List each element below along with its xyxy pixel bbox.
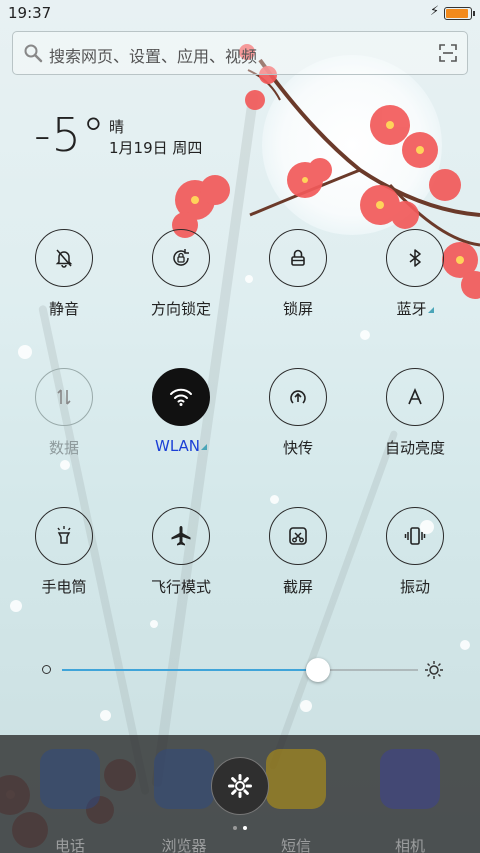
rotation-lock-icon — [173, 249, 189, 266]
page-dot — [233, 826, 237, 830]
toggle-wlan-button[interactable] — [152, 368, 210, 426]
phone-icon — [40, 749, 100, 809]
toggle-silent[interactable]: 静音 — [14, 229, 114, 329]
toggle-bluetooth[interactable]: 蓝牙 — [365, 229, 465, 329]
toggle-auto-brightness[interactable]: 自动亮度 — [365, 368, 465, 468]
toggle-label: 飞行模式 — [150, 578, 211, 596]
toggle-label: 截屏 — [282, 578, 313, 596]
page-dot — [243, 826, 247, 830]
expand-indicator-icon — [427, 307, 434, 313]
weather-condition: 晴 — [109, 118, 125, 136]
toggle-vibrate[interactable]: 振动 — [365, 507, 465, 607]
toggle-bluetooth-button[interactable] — [386, 229, 444, 287]
battery-icon — [444, 7, 475, 20]
temperature: -5° — [34, 108, 106, 162]
mobile-data-icon — [57, 389, 71, 405]
dock-app-camera[interactable]: 相机 — [370, 749, 450, 853]
screenshot-icon — [289, 527, 307, 545]
search-icon — [24, 44, 43, 63]
message-icon — [266, 749, 326, 809]
charging-icon: ⚡ — [430, 4, 440, 19]
toggle-label: 数据 — [48, 439, 79, 457]
toggle-screenshot-button[interactable] — [269, 507, 327, 565]
auto-brightness-icon — [408, 387, 422, 405]
brightness-low-icon — [42, 665, 51, 674]
settings-button[interactable] — [211, 757, 269, 815]
toggle-auto-brightness-button[interactable] — [386, 368, 444, 426]
gear-icon — [228, 774, 252, 798]
toggle-label: 自动亮度 — [384, 439, 445, 457]
toggle-lock-screen-button[interactable] — [269, 229, 327, 287]
status-bar: 19:37 ⚡ — [0, 0, 480, 26]
toggle-airplane-mode[interactable]: 飞行模式 — [131, 507, 231, 607]
quick-transfer-icon — [290, 390, 306, 404]
dock-app-label: 浏览器 — [161, 837, 207, 853]
brightness-thumb[interactable] — [306, 658, 331, 682]
toggle-label: 锁屏 — [282, 300, 313, 318]
scan-icon[interactable] — [439, 44, 457, 62]
weather-date: 1月19日 周四 — [109, 139, 203, 157]
snowflake-decoration — [150, 620, 158, 628]
toggle-rotation-lock-button[interactable] — [152, 229, 210, 287]
bluetooth-icon — [409, 249, 421, 267]
toggle-vibrate-button[interactable] — [386, 507, 444, 565]
camera-icon — [380, 749, 440, 809]
snowflake-decoration — [300, 700, 312, 712]
airplane-icon — [171, 526, 191, 546]
toggle-label: 快传 — [282, 439, 313, 457]
toggle-rotation-lock[interactable]: 方向锁定 — [131, 229, 231, 329]
page-indicator — [233, 826, 249, 832]
toggle-label: 手电筒 — [41, 578, 87, 596]
vibrate-icon — [404, 527, 426, 545]
snowflake-decoration — [18, 345, 32, 359]
search-placeholder: 搜索网页、设置、应用、视频 — [49, 47, 258, 66]
toggle-airplane-mode-button[interactable] — [152, 507, 210, 565]
brightness-fill — [62, 669, 319, 671]
expand-indicator-icon — [201, 444, 207, 450]
lock-icon — [291, 249, 305, 266]
toggle-lock-screen[interactable]: 锁屏 — [248, 229, 348, 329]
battery-level-fill — [446, 9, 468, 18]
flashlight-icon — [57, 526, 71, 544]
toggle-quick-transfer[interactable]: 快传 — [248, 368, 348, 468]
toggle-mobile-data-button[interactable] — [35, 368, 93, 426]
brightness-slider[interactable] — [38, 655, 448, 685]
toggle-flashlight[interactable]: 手电筒 — [14, 507, 114, 607]
bell-off-icon — [55, 249, 73, 268]
toggle-wlan[interactable]: WLAN — [131, 368, 231, 468]
snowflake-decoration — [360, 330, 370, 340]
search-bar[interactable]: 搜索网页、设置、应用、视频 — [12, 31, 468, 75]
dock-app-browser[interactable]: 浏览器 — [144, 749, 224, 853]
clock: 19:37 — [8, 4, 52, 22]
toggle-label-bluetooth: 蓝牙 — [365, 298, 465, 319]
dock-app-phone[interactable]: 电话 — [30, 749, 110, 853]
dock-app-messages[interactable]: 短信 — [256, 749, 336, 853]
toggle-quick-transfer-button[interactable] — [269, 368, 327, 426]
toggle-label: 振动 — [399, 578, 430, 596]
toggle-silent-button[interactable] — [35, 229, 93, 287]
snowflake-decoration — [270, 495, 279, 504]
dock-app-label: 相机 — [394, 837, 425, 853]
wifi-icon — [170, 388, 192, 406]
dock-app-label: 电话 — [54, 837, 85, 853]
toggle-flashlight-button[interactable] — [35, 507, 93, 565]
dock-app-label: 短信 — [280, 837, 311, 853]
toggle-mobile-data[interactable]: 数据 — [14, 368, 114, 468]
toggle-label: 方向锁定 — [150, 300, 211, 318]
brightness-high-icon — [425, 661, 443, 679]
toggle-label-wlan: WLAN — [131, 437, 231, 455]
toggle-screenshot[interactable]: 截屏 — [248, 507, 348, 607]
snowflake-decoration — [100, 710, 111, 721]
snowflake-decoration — [460, 640, 470, 650]
toggle-label: 静音 — [48, 300, 79, 318]
browser-icon — [154, 749, 214, 809]
